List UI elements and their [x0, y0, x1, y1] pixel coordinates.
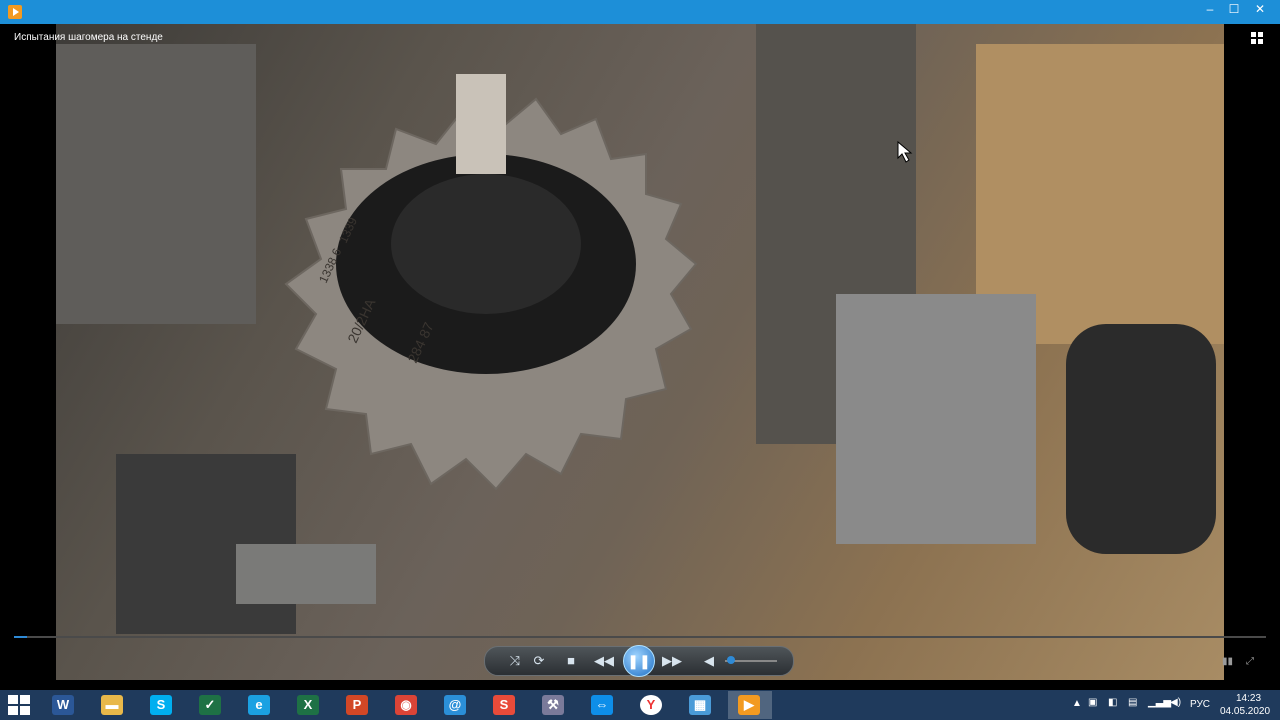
media-player-window: – ☐ ✕ 20/2НА 284 87 1338 6 1339 Испытани…: [0, 0, 1280, 690]
taskbar-button-control-panel[interactable]: ▦: [679, 691, 723, 719]
control-panel-icon: ▦: [689, 695, 711, 715]
next-icon[interactable]: ▶▶: [659, 647, 685, 675]
volume-knob[interactable]: [727, 656, 735, 664]
word-icon: W: [52, 695, 74, 715]
taskbar-button-excel-green[interactable]: ✓: [189, 691, 233, 719]
gear-nut: [391, 174, 581, 314]
powerpoint-icon: P: [346, 695, 368, 715]
title-bar[interactable]: – ☐ ✕: [0, 0, 1280, 24]
taskbar-button-yandex[interactable]: Y: [630, 691, 674, 719]
playback-controls: ⤨ ⟳ ■ ◀◀ ❚❚ ▶▶ ◀: [484, 645, 794, 677]
seek-bar[interactable]: [14, 636, 1266, 638]
previous-icon[interactable]: ◀◀: [591, 647, 617, 675]
taskbar-button-chrome[interactable]: ◉: [385, 691, 429, 719]
clock-date[interactable]: 04.05.2020: [1220, 706, 1270, 717]
start-button[interactable]: [8, 695, 30, 715]
taskbar-button-file-explorer[interactable]: ▬: [91, 691, 135, 719]
taskbar-button-s-app[interactable]: S: [483, 691, 527, 719]
stop-icon[interactable]: ■: [561, 647, 581, 675]
file-explorer-icon: ▬: [101, 695, 123, 715]
language-indicator[interactable]: РУС: [1190, 699, 1210, 710]
shuffle-icon[interactable]: ⤨: [505, 647, 525, 675]
device-tray-icon[interactable]: ▤: [1128, 697, 1137, 708]
taskbar-button-excel[interactable]: X: [287, 691, 331, 719]
taskbar-button-tool[interactable]: ⚒: [532, 691, 576, 719]
mute-icon[interactable]: ◀: [699, 647, 719, 675]
stepper-motor-right: [1066, 324, 1216, 554]
switch-to-library-icon[interactable]: ▮▮: [1222, 656, 1234, 668]
pause-button[interactable]: ❚❚: [623, 645, 655, 677]
mail-at-icon: @: [444, 695, 466, 715]
signal-tray-icon[interactable]: ▁▃▅: [1148, 697, 1171, 708]
taskbar-button-media-player[interactable]: ▶: [728, 691, 772, 719]
excel-green-icon: ✓: [199, 695, 221, 715]
fixture-block: [836, 294, 1036, 544]
yandex-icon: Y: [640, 695, 662, 715]
s-app-icon: S: [493, 695, 515, 715]
spindle: [456, 74, 506, 174]
media-title: Испытания шагомера на стенде: [14, 32, 163, 43]
chrome-icon: ◉: [395, 695, 417, 715]
repeat-icon[interactable]: ⟳: [529, 647, 549, 675]
video-frame-illustration: 20/2НА 284 87 1338 6 1339: [56, 24, 1224, 634]
network-tray-icon[interactable]: ▣: [1088, 697, 1097, 708]
fullscreen-toggle-icon[interactable]: [1250, 31, 1264, 45]
clock-time[interactable]: 14:23: [1236, 693, 1261, 704]
taskbar-button-mail-at[interactable]: @: [434, 691, 478, 719]
coupling: [236, 544, 376, 604]
media-player-icon: ▶: [738, 695, 760, 715]
left-workbench: [56, 44, 256, 324]
media-player-app-icon: [8, 5, 22, 19]
exit-fullscreen-icon[interactable]: ⤢: [1246, 656, 1258, 668]
seek-progress: [14, 636, 27, 638]
tool-icon: ⚒: [542, 695, 564, 715]
close-button[interactable]: ✕: [1244, 0, 1276, 20]
show-hidden-icons[interactable]: ▲: [1072, 698, 1082, 709]
internet-explorer-icon: e: [248, 695, 270, 715]
excel-icon: X: [297, 695, 319, 715]
taskbar-button-teamviewer[interactable]: ⇔: [581, 691, 625, 719]
taskbar-button-powerpoint[interactable]: P: [336, 691, 380, 719]
taskbar-button-internet-explorer[interactable]: e: [238, 691, 282, 719]
video-content[interactable]: 20/2НА 284 87 1338 6 1339: [56, 24, 1224, 680]
gear: 20/2НА 284 87 1338 6 1339: [284, 74, 698, 491]
teamviewer-icon: ⇔: [591, 695, 613, 715]
skype-icon: S: [150, 695, 172, 715]
volume-tray-icon[interactable]: ◀): [1170, 697, 1181, 708]
taskbar-button-skype[interactable]: S: [140, 691, 184, 719]
taskbar-button-word[interactable]: W: [42, 691, 86, 719]
security-tray-icon[interactable]: ◧: [1108, 697, 1117, 708]
